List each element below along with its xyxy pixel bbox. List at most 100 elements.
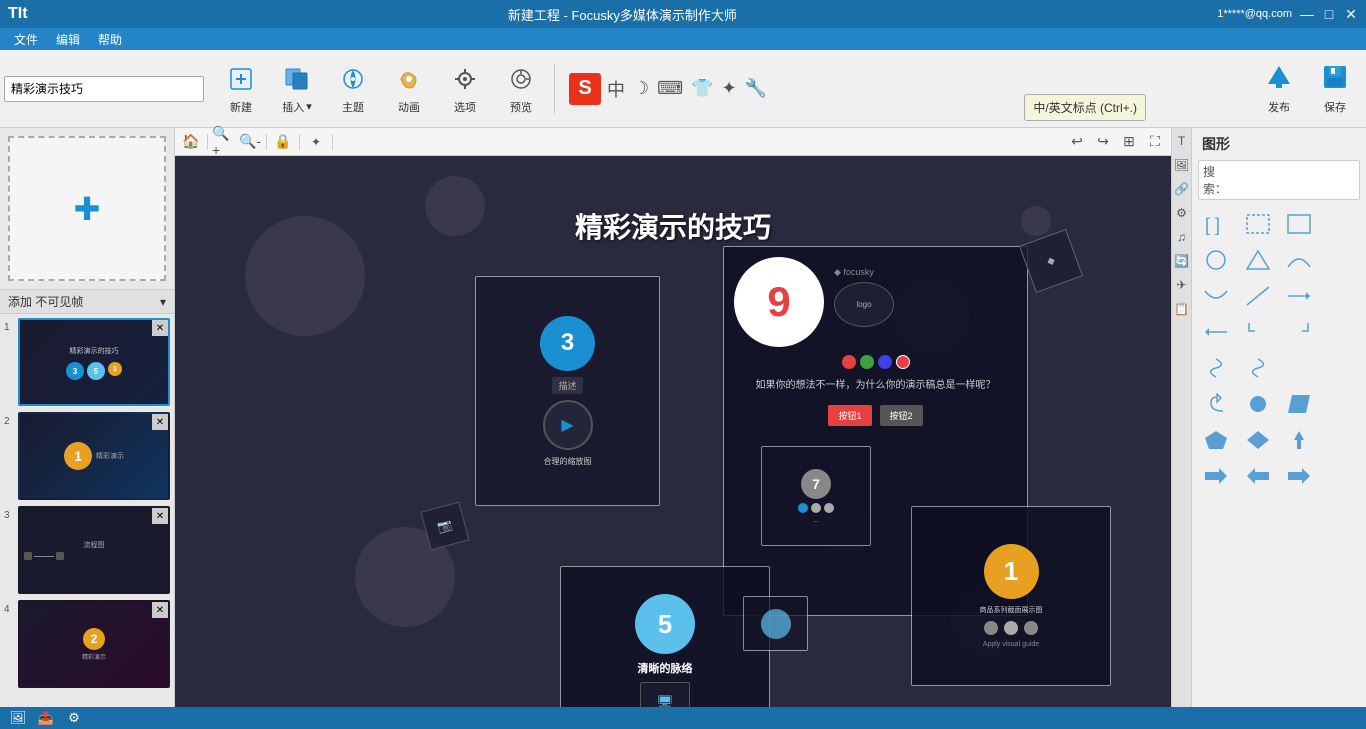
slide-close-2[interactable]: ✕ <box>152 414 168 430</box>
shirt-icon[interactable]: 👕 <box>689 76 715 101</box>
shape-pentagon[interactable] <box>1198 424 1234 456</box>
shape-arrow-left2[interactable] <box>1240 460 1276 492</box>
shape-parallelogram[interactable] <box>1281 388 1317 420</box>
statusbar-settings-icon[interactable]: ⚙ <box>64 709 84 727</box>
shape-cross-arrow[interactable] <box>1281 424 1317 456</box>
theme-button[interactable]: 主题 <box>326 55 380 123</box>
slide-thumb-3[interactable]: ✕ 流程图 <box>18 506 170 594</box>
grid-button[interactable]: ⊞ <box>1117 131 1141 153</box>
frame-9-btn2[interactable]: 按钮2 <box>880 405 923 426</box>
shape-rectangle[interactable] <box>1281 208 1317 240</box>
menu-help[interactable]: 帮助 <box>90 29 130 50</box>
slide-close-4[interactable]: ✕ <box>152 602 168 618</box>
slide-thumb-4[interactable]: ✕ 2 精彩演示 <box>18 600 170 688</box>
statusbar-export-icon[interactable]: 📤 <box>36 709 56 727</box>
shape-curve-down[interactable] <box>1198 280 1234 312</box>
shapes-search-input[interactable] <box>1229 173 1366 187</box>
frame-1[interactable]: 1 商品系列截面展示图 Apply visual guide <box>911 506 1111 686</box>
shape-arrow-left[interactable] <box>1198 316 1234 348</box>
shape-triangle[interactable] <box>1240 244 1276 276</box>
new-button[interactable]: 新建 <box>214 55 268 123</box>
right-icon-music[interactable]: ♫ <box>1173 228 1191 246</box>
shape-arrow-curved-l[interactable] <box>1198 388 1234 420</box>
project-name-input[interactable] <box>4 76 204 102</box>
lock-button[interactable]: 🔒 <box>271 131 295 153</box>
publish-button[interactable]: 发布 <box>1252 55 1306 123</box>
redo-button[interactable]: ↪ <box>1091 131 1115 153</box>
right-icon-plane[interactable]: ✈ <box>1173 276 1191 294</box>
menu-edit[interactable]: 编辑 <box>48 29 88 50</box>
preview-button[interactable]: 预览 <box>494 55 548 123</box>
insert-label: 插入 ▾ <box>282 99 312 115</box>
save-button[interactable]: 保存 <box>1308 55 1362 123</box>
small-frame-5b[interactable] <box>743 596 808 651</box>
window-title: 新建工程 - Focusky多媒体演示制作大师 <box>508 5 737 24</box>
frame-7[interactable]: 7 ... <box>761 446 871 546</box>
right-icon-text[interactable]: T <box>1173 132 1191 150</box>
right-icon-gear[interactable]: ⚙ <box>1173 204 1191 222</box>
slide-item-3[interactable]: 3 ✕ 流程图 <box>4 506 170 594</box>
right-icon-image[interactable]: 🖼 <box>1173 156 1191 174</box>
slide-item-1[interactable]: 1 ✕ 精彩演示的技巧 3 5 1 <box>4 318 170 406</box>
animation-button[interactable]: 动画 <box>382 55 436 123</box>
close-button[interactable]: ✕ <box>1344 7 1358 21</box>
chinese-icon[interactable]: 中 <box>605 74 627 104</box>
home-button[interactable]: 🏠 <box>179 131 203 153</box>
star-icon[interactable]: ✦ <box>720 76 739 101</box>
action-button[interactable]: ✦ <box>304 131 328 153</box>
wrench-icon[interactable]: 🔧 <box>743 76 769 101</box>
publish-icon <box>1264 62 1294 99</box>
shape-curve-s2[interactable] <box>1240 352 1276 384</box>
statusbar-frame-icon[interactable]: 🖼 <box>8 709 28 727</box>
frame-9-btn1[interactable]: 按钮1 <box>828 405 871 426</box>
maximize-button[interactable]: □ <box>1322 7 1336 21</box>
shapes-grid: [ ] <box>1198 208 1360 492</box>
undo-button[interactable]: ↩ <box>1065 131 1089 153</box>
insert-button[interactable]: 插入 ▾ <box>270 55 324 123</box>
frame-3[interactable]: 3 描述 ▶ 合理的缩放图 <box>475 276 660 506</box>
menu-file[interactable]: 文件 <box>6 29 46 50</box>
center-area: 🏠 🔍+ 🔍- 🔒 ✦ ↩ ↪ ⊞ ⛶ 中/英文标点 (Ctrl+.) <box>175 128 1171 707</box>
shape-bracket-left[interactable]: [ ] <box>1198 208 1234 240</box>
theme-label: 主题 <box>342 99 364 115</box>
shape-circle[interactable] <box>1198 244 1234 276</box>
shape-arrow-right[interactable] <box>1281 280 1317 312</box>
minimize-button[interactable]: — <box>1300 7 1314 21</box>
right-icon-clipboard[interactable]: 📋 <box>1173 300 1191 318</box>
shape-empty3 <box>1323 280 1359 312</box>
shape-bracket-r[interactable] <box>1240 316 1276 348</box>
canvas-container[interactable]: 精彩演示的技巧 3 描述 ▶ 合理的缩放图 📷 <box>175 156 1171 707</box>
shape-arc[interactable] <box>1281 244 1317 276</box>
options-button[interactable]: 选项 <box>438 55 492 123</box>
shape-dashed-rect[interactable] <box>1240 208 1276 240</box>
frame-5[interactable]: 5 清晰的脉络 🖥 清晰脉络描述文字 <box>560 566 770 707</box>
shape-curve-s[interactable] <box>1198 352 1234 384</box>
s-logo: S <box>569 73 601 105</box>
right-icon-rotate[interactable]: 🔄 <box>1173 252 1191 270</box>
shape-diamond[interactable] <box>1240 424 1276 456</box>
small-item-1: 📷 <box>425 506 485 566</box>
slide-close-1[interactable]: ✕ <box>152 320 168 336</box>
shape-dot[interactable] <box>1240 388 1276 420</box>
canvas-toolbar: 🏠 🔍+ 🔍- 🔒 ✦ ↩ ↪ ⊞ ⛶ <box>175 128 1171 156</box>
keyboard-icon[interactable]: ⌨ <box>655 76 685 101</box>
zoom-in-button[interactable]: 🔍+ <box>212 131 236 153</box>
add-frame-button[interactable]: ✚ <box>8 136 166 281</box>
slide-thumb-1[interactable]: ✕ 精彩演示的技巧 3 5 1 <box>18 318 170 406</box>
shape-arrow-right2[interactable] <box>1198 460 1234 492</box>
slide-item-2[interactable]: 2 ✕ 1 精彩演示 <box>4 412 170 500</box>
shape-line[interactable] <box>1240 280 1276 312</box>
slide-close-3[interactable]: ✕ <box>152 508 168 524</box>
moon-icon[interactable]: ☽ <box>631 76 651 101</box>
frame-3-text: 合理的缩放图 <box>544 456 592 467</box>
right-icon-link[interactable]: 🔗 <box>1173 180 1191 198</box>
shape-bracket-l[interactable] <box>1281 316 1317 348</box>
add-invisible-frame-button[interactable]: 添加 不可见帧 ▾ <box>0 289 174 314</box>
slide-thumb-2[interactable]: ✕ 1 精彩演示 <box>18 412 170 500</box>
slide-item-4[interactable]: 4 ✕ 2 精彩演示 <box>4 600 170 688</box>
frame-9-text: 如果你的想法不一样，为什么你的演示稿总是一样呢？ <box>756 379 996 393</box>
ct-sep-1 <box>207 134 208 150</box>
zoom-out-button[interactable]: 🔍- <box>238 131 262 153</box>
fullscreen-button[interactable]: ⛶ <box>1143 131 1167 153</box>
shape-arrow-right3[interactable] <box>1281 460 1317 492</box>
